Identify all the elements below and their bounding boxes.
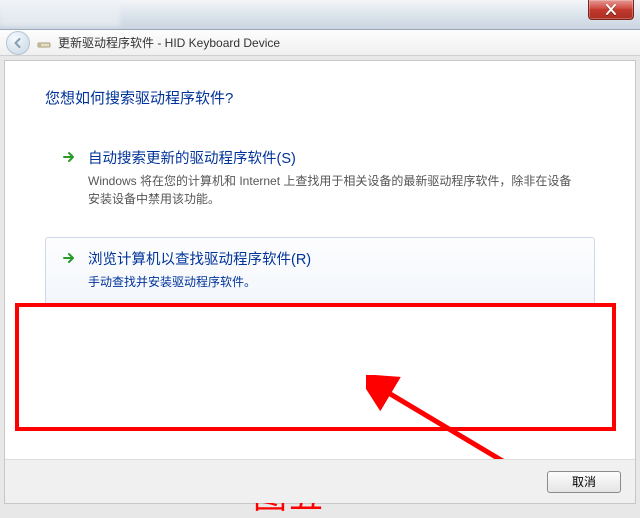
- close-button[interactable]: [588, 0, 634, 20]
- option-desc: Windows 将在您的计算机和 Internet 上查找用于相关设备的最新驱动…: [88, 172, 580, 208]
- bg-blur: [0, 0, 120, 26]
- annotation-highlight: [15, 303, 616, 431]
- navbar: 更新驱动程序软件 - HID Keyboard Device: [0, 30, 640, 56]
- dialog-body: 您想如何搜索驱动程序软件? 自动搜索更新的驱动程序软件(S) Windows 将…: [4, 60, 636, 504]
- cancel-button[interactable]: 取消: [547, 471, 621, 493]
- dialog-heading: 您想如何搜索驱动程序软件?: [45, 87, 595, 108]
- back-button[interactable]: [6, 31, 30, 55]
- close-icon: [605, 4, 617, 15]
- option-desc: 手动查找并安装驱动程序软件。: [88, 273, 580, 291]
- option-browse-computer[interactable]: 浏览计算机以查找驱动程序软件(R) 手动查找并安装驱动程序软件。: [45, 237, 595, 306]
- arrow-right-icon: [60, 248, 78, 268]
- titlebar: [0, 0, 640, 30]
- arrow-left-icon: [12, 37, 24, 49]
- dialog-footer: 取消: [5, 459, 635, 503]
- option-title: 浏览计算机以查找驱动程序软件(R): [88, 248, 580, 269]
- option-title: 自动搜索更新的驱动程序软件(S): [88, 147, 580, 168]
- option-auto-search[interactable]: 自动搜索更新的驱动程序软件(S) Windows 将在您的计算机和 Intern…: [45, 136, 595, 223]
- arrow-right-icon: [60, 147, 78, 167]
- device-icon: [36, 35, 52, 51]
- window-title: 更新驱动程序软件 - HID Keyboard Device: [58, 34, 280, 51]
